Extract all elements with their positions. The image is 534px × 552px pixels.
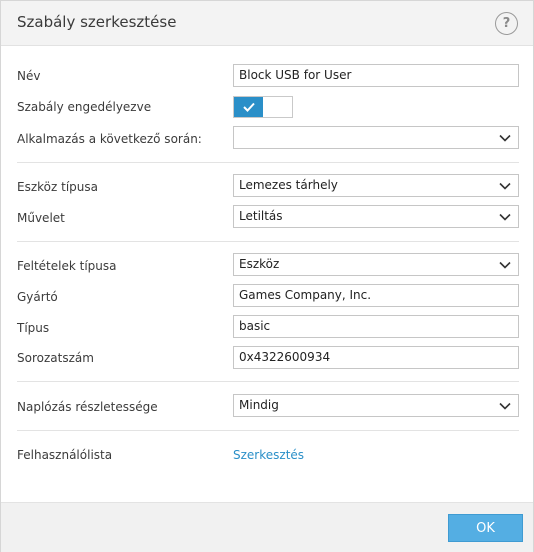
dialog-title: Szabály szerkesztése [17,13,177,31]
device-type-select[interactable]: Lemezes tárhely [233,174,519,197]
criteria-type-label: Feltételek típusa [17,259,117,273]
device-type-label: Eszköz típusa [17,180,98,194]
criteria-type-value: Eszköz [239,257,280,271]
divider [17,430,519,431]
action-value: Letiltás [239,209,283,223]
logging-select[interactable]: Mindig [233,394,519,417]
ok-button[interactable]: OK [448,514,523,542]
criteria-type-select[interactable]: Eszköz [233,253,519,276]
model-input[interactable]: basic [233,315,519,338]
user-list-label: Felhasználólista [17,448,113,462]
chevron-down-icon [499,402,511,410]
logging-label: Naplózás részletessége [17,400,158,414]
serial-label: Sorozatszám [17,351,94,365]
device-type-value: Lemezes tárhely [239,178,338,192]
chevron-down-icon [499,261,511,269]
vendor-input[interactable]: Games Company, Inc. [233,284,519,307]
divider [17,381,519,382]
toggle-on-segment [234,97,263,117]
model-label: Típus [17,321,50,335]
chevron-down-icon [499,134,511,142]
dialog-footer: OK [1,502,533,552]
divider [17,241,519,242]
logging-value: Mindig [239,398,279,412]
name-input[interactable]: Block USB for User [233,64,519,87]
vendor-label: Gyártó [17,290,58,304]
serial-input[interactable]: 0x4322600934 [233,346,519,369]
name-label: Név [17,69,41,83]
checkmark-icon [242,102,255,112]
user-list-edit-link[interactable]: Szerkesztés [233,448,304,462]
apply-during-label: Alkalmazás a következő során: [17,132,202,146]
dialog-header: Szabály szerkesztése ? [1,1,533,46]
action-label: Művelet [17,211,65,225]
help-icon[interactable]: ? [495,12,518,35]
divider [17,162,519,163]
enabled-toggle[interactable] [233,96,293,118]
apply-during-select[interactable] [233,126,519,149]
chevron-down-icon [499,213,511,221]
rule-edit-dialog: Szabály szerkesztése ? Név Block USB for… [0,0,534,552]
enabled-label: Szabály engedélyezve [17,100,152,114]
chevron-down-icon [499,182,511,190]
action-select[interactable]: Letiltás [233,205,519,228]
